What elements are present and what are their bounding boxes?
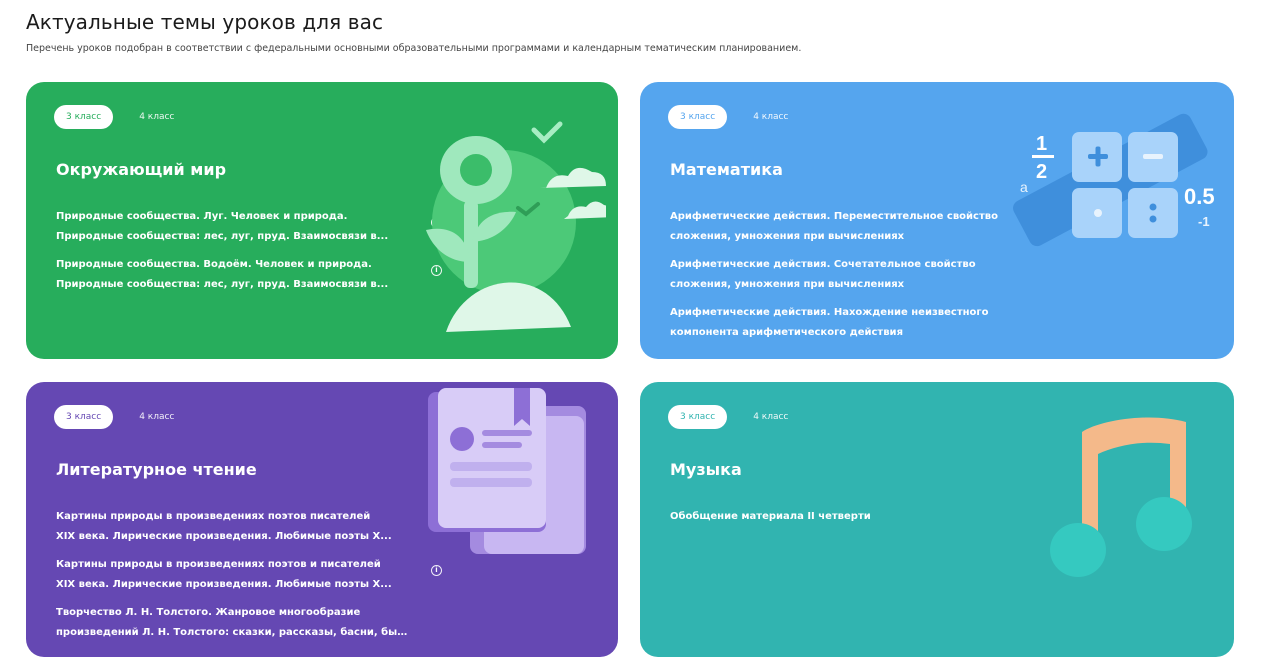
lesson-link[interactable]: Арифметические действия. Сочетательное с… xyxy=(670,255,1015,295)
subject-title[interactable]: Окружающий мир xyxy=(56,160,226,179)
music-note-illustration xyxy=(1050,417,1192,577)
page-title: Актуальные темы уроков для вас xyxy=(26,10,384,34)
svg-text:1: 1 xyxy=(1036,133,1047,155)
tab-grade-3[interactable]: 3 класс xyxy=(54,405,114,429)
lesson-list: Арифметические действия. Переместительно… xyxy=(670,207,1015,351)
lesson-link[interactable]: Арифметические действия. Переместительно… xyxy=(670,207,1015,247)
nature-illustration xyxy=(426,121,606,332)
lesson-link[interactable]: Творчество Л. Н. Толстого. Жанровое мног… xyxy=(56,603,426,643)
lesson-link[interactable]: Природные сообщества. Луг. Человек и при… xyxy=(56,207,442,247)
card-music[interactable]: 3 класс 4 класс Музыка Обобщение материа… xyxy=(640,382,1234,657)
tab-grade-4[interactable]: 4 класс xyxy=(741,105,800,129)
card-literature[interactable]: 3 класс 4 класс Литературное чтение Карт… xyxy=(26,382,618,657)
subject-title[interactable]: Литературное чтение xyxy=(56,460,257,479)
subject-title[interactable]: Математика xyxy=(670,160,783,179)
svg-text:a: a xyxy=(1020,179,1028,195)
math-illustration: 1 2 a 0.5 -1 xyxy=(1013,113,1215,247)
lesson-link[interactable]: Обобщение материала II четверти xyxy=(670,507,1040,527)
lesson-link[interactable]: Арифметические действия. Нахождение неиз… xyxy=(670,303,1015,343)
grade-tabs: 3 класс 4 класс xyxy=(668,105,800,129)
tab-grade-4[interactable]: 4 класс xyxy=(741,405,800,429)
svg-text:0.5: 0.5 xyxy=(1184,184,1215,209)
svg-text:-1: -1 xyxy=(1198,214,1210,229)
lesson-link[interactable]: Картины природы в произведениях поэтов и… xyxy=(56,555,442,595)
grade-tabs: 3 класс 4 класс xyxy=(54,405,186,429)
info-icon[interactable]: i xyxy=(431,565,442,576)
subject-title[interactable]: Музыка xyxy=(670,460,742,479)
tab-grade-4[interactable]: 4 класс xyxy=(127,105,186,129)
tab-grade-3[interactable]: 3 класс xyxy=(668,105,728,129)
tab-grade-3[interactable]: 3 класс xyxy=(54,105,114,129)
svg-text:2: 2 xyxy=(1036,161,1047,183)
page-subtitle: Перечень уроков подобран в соответствии … xyxy=(26,43,802,54)
tab-grade-3[interactable]: 3 класс xyxy=(668,405,728,429)
lesson-list: Обобщение материала II четверти xyxy=(670,507,1040,535)
lesson-link[interactable]: Картины природы в произведениях поэтов п… xyxy=(56,507,442,547)
grade-tabs: 3 класс 4 класс xyxy=(54,105,186,129)
card-environment[interactable]: 3 класс 4 класс Окружающий мир Природные… xyxy=(26,82,618,359)
grade-tabs: 3 класс 4 класс xyxy=(668,405,800,429)
lesson-link[interactable]: Природные сообщества. Водоём. Человек и … xyxy=(56,255,442,295)
books-illustration xyxy=(428,388,586,554)
lesson-list: Природные сообщества. Луг. Человек и при… xyxy=(56,207,442,303)
tab-grade-4[interactable]: 4 класс xyxy=(127,405,186,429)
card-math[interactable]: 3 класс 4 класс Математика Арифметически… xyxy=(640,82,1234,359)
lesson-list: Картины природы в произведениях поэтов п… xyxy=(56,507,442,651)
